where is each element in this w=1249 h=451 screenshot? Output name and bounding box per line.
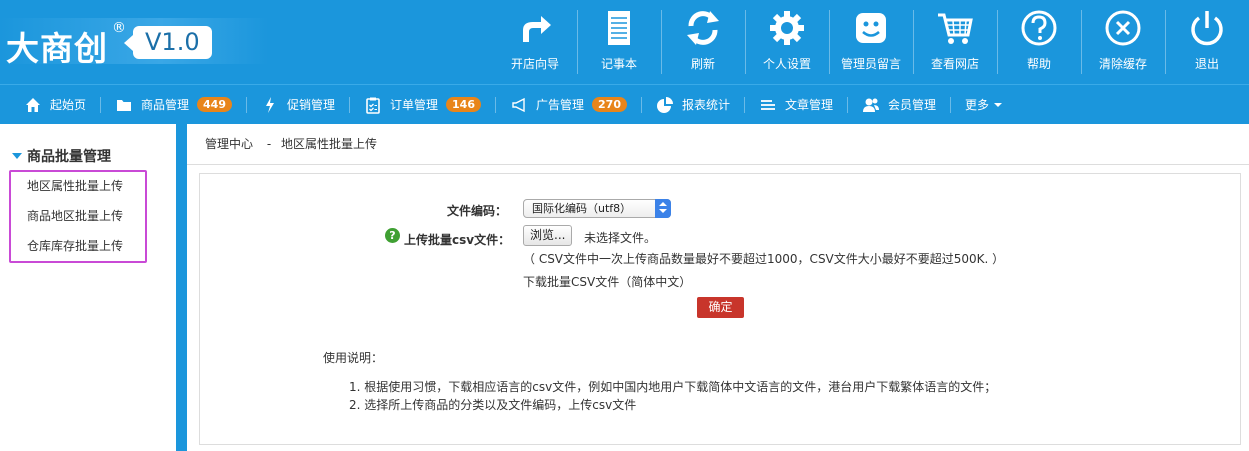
version-badge: V1.0 xyxy=(124,26,212,59)
browse-button[interactable]: 浏览... xyxy=(523,225,573,246)
nav-label: 促销管理 xyxy=(287,98,336,112)
power-icon xyxy=(1191,11,1223,46)
megaphone-icon xyxy=(512,97,525,112)
triangle-down-icon xyxy=(12,153,22,159)
nav-articles[interactable]: 文章管理 xyxy=(759,85,833,125)
tool-label: 帮助 xyxy=(1026,57,1051,71)
upload-panel: 文件编码： 国际化编码（utf8） ? 上传批量csv文件： 浏览... 未选择… xyxy=(199,173,1241,445)
close-circle-icon xyxy=(1105,10,1141,46)
notepad-icon xyxy=(608,11,630,45)
top-header: 大商创 ® V1.0 开店向导 记事本 刷新 个人设置 管理员留言 查看网店 帮… xyxy=(0,0,1249,84)
tool-label: 个人设置 xyxy=(762,57,811,71)
nav-divider xyxy=(349,96,351,113)
download-csv-link[interactable]: 下载批量CSV文件（简体中文） xyxy=(523,273,691,290)
help-icon xyxy=(1021,10,1057,46)
nav-members[interactable]: 会员管理 xyxy=(862,85,936,125)
tool-notepad[interactable]: 记事本 xyxy=(577,0,661,84)
encoding-select-value: 国际化编码（utf8） xyxy=(532,202,632,215)
nav-divider xyxy=(100,96,102,113)
nav-home[interactable]: 起始页 xyxy=(24,85,86,125)
share-arrow-icon xyxy=(523,16,551,42)
tool-label: 开店向导 xyxy=(510,57,559,71)
gear-icon xyxy=(770,11,804,45)
nav-ads[interactable]: 广告管理 270 xyxy=(510,85,627,125)
folder-icon xyxy=(117,99,132,111)
tool-label: 记事本 xyxy=(600,57,637,71)
tool-view-store[interactable]: 查看网店 xyxy=(913,0,997,84)
nav-more[interactable]: 更多 xyxy=(965,85,1003,125)
nav-label: 文章管理 xyxy=(785,98,834,112)
nav-orders[interactable]: 订单管理 146 xyxy=(364,85,481,125)
registered-mark: ® xyxy=(112,20,126,36)
lightning-icon xyxy=(266,96,274,113)
nav-divider xyxy=(950,96,952,113)
nav-promotions[interactable]: 促销管理 xyxy=(261,85,335,125)
main-nav: 起始页 商品管理 449 促销管理 订单管理 146 广告管理 270 报表统计… xyxy=(0,84,1249,124)
clipboard-icon xyxy=(366,97,380,114)
confirm-button[interactable]: 确定 xyxy=(697,297,744,318)
nav-divider xyxy=(640,96,642,113)
count-badge: 449 xyxy=(197,97,232,112)
toolbar: 开店向导 记事本 刷新 个人设置 管理员留言 查看网店 帮助 清除缓存 退出 xyxy=(493,0,1249,84)
sidebar-title-label: 商品批量管理 xyxy=(27,149,111,165)
nav-label: 会员管理 xyxy=(888,98,937,112)
select-arrows-icon xyxy=(655,199,671,218)
tool-help[interactable]: 帮助 xyxy=(997,0,1081,84)
nav-label: 广告管理 xyxy=(536,98,585,112)
sidebar-item-region-attr-upload[interactable]: 地区属性批量上传 xyxy=(27,177,123,194)
encoding-label: 文件编码： xyxy=(447,204,508,218)
users-icon xyxy=(863,98,880,112)
instruction-item: 2. 选择所上传商品的分类以及文件编码，上传csv文件 xyxy=(349,398,637,412)
nav-label: 订单管理 xyxy=(390,98,439,112)
chevron-down-icon xyxy=(994,102,1003,107)
nav-label: 起始页 xyxy=(50,98,87,112)
count-badge: 146 xyxy=(446,97,481,112)
nav-label: 商品管理 xyxy=(141,98,190,112)
lines-icon xyxy=(761,99,775,110)
tool-label: 管理员留言 xyxy=(840,57,901,71)
sidebar: 商品批量管理 地区属性批量上传 商品地区批量上传 仓库库存批量上传 xyxy=(0,124,176,451)
cart-icon xyxy=(938,13,973,44)
sidebar-item-goods-region-upload[interactable]: 商品地区批量上传 xyxy=(27,207,123,224)
breadcrumb-root[interactable]: 管理中心 xyxy=(205,137,253,151)
tool-clear-cache[interactable]: 清除缓存 xyxy=(1081,0,1165,84)
help-icon[interactable]: ? xyxy=(385,228,400,243)
tool-label: 查看网店 xyxy=(930,57,979,71)
sidebar-item-warehouse-stock-upload[interactable]: 仓库库存批量上传 xyxy=(27,237,123,254)
instruction-item: 1. 根据使用习惯，下载相应语言的csv文件，例如中国内地用户下载简体中文语言的… xyxy=(349,380,997,394)
tool-label: 退出 xyxy=(1194,57,1219,71)
refresh-icon xyxy=(687,11,719,45)
nav-divider xyxy=(744,96,745,113)
tool-admin-messages[interactable]: 管理员留言 xyxy=(829,0,913,84)
tool-open-shop-guide[interactable]: 开店向导 xyxy=(493,0,577,84)
logo[interactable]: 大商创 ® V1.0 xyxy=(0,18,268,68)
encoding-select[interactable]: 国际化编码（utf8） xyxy=(523,199,671,218)
tool-personal-settings[interactable]: 个人设置 xyxy=(745,0,829,84)
tool-label: 刷新 xyxy=(690,57,715,71)
nav-goods[interactable]: 商品管理 449 xyxy=(115,85,232,125)
tool-logout[interactable]: 退出 xyxy=(1165,0,1249,84)
home-icon xyxy=(26,97,40,112)
count-badge: 270 xyxy=(592,97,627,112)
breadcrumb-separator: - xyxy=(266,137,272,151)
no-file-text: 未选择文件。 xyxy=(584,231,657,245)
nav-label: 报表统计 xyxy=(681,98,730,112)
sidebar-collapse-strip[interactable] xyxy=(176,124,187,451)
logo-text: 大商创 xyxy=(6,29,108,68)
tool-label: 清除缓存 xyxy=(1098,57,1147,71)
nav-divider xyxy=(847,96,849,113)
nav-divider xyxy=(246,96,247,113)
upload-csv-label: 上传批量csv文件： xyxy=(404,233,511,247)
breadcrumb-current: 地区属性批量上传 xyxy=(281,137,378,151)
instructions-title: 使用说明： xyxy=(323,351,384,365)
pie-chart-icon xyxy=(656,96,673,113)
smiley-icon xyxy=(856,13,886,43)
sidebar-section-title[interactable]: 商品批量管理 xyxy=(12,146,111,166)
nav-divider xyxy=(495,96,496,113)
upload-hint: （ CSV文件中一次上传商品数量最好不要超过1000，CSV文件大小最好不要超过… xyxy=(523,252,1005,266)
tool-refresh[interactable]: 刷新 xyxy=(661,0,745,84)
nav-reports[interactable]: 报表统计 xyxy=(656,85,730,125)
breadcrumb: 管理中心 - 地区属性批量上传 xyxy=(187,124,1249,165)
nav-label: 更多 xyxy=(965,98,990,112)
